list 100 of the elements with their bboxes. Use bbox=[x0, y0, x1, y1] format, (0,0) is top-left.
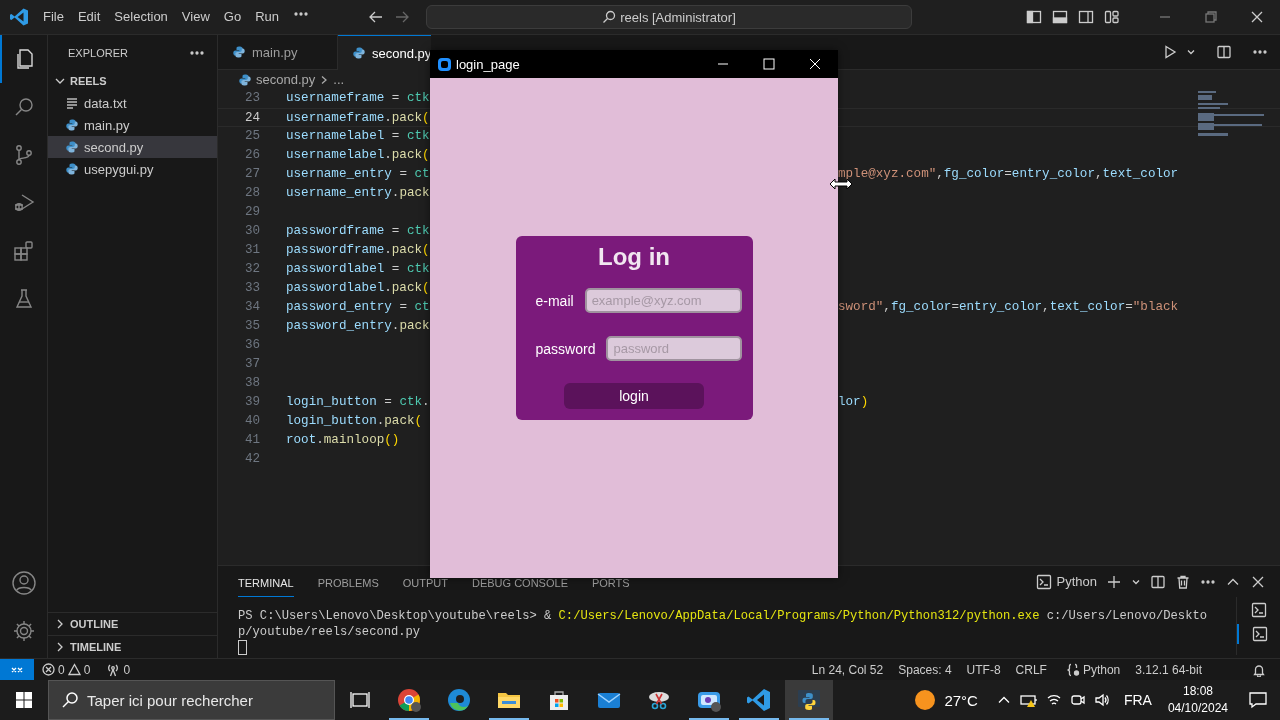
code-line: passwordlabel.pack( bbox=[286, 280, 430, 297]
code-line: mple@xyz.com",fg_color=entry_color,text_color bbox=[838, 166, 1179, 183]
notification-icon[interactable] bbox=[1248, 690, 1268, 710]
braces-icon bbox=[1065, 662, 1080, 677]
section-header[interactable]: TIMELINE bbox=[70, 641, 122, 653]
terminal-line: p/youtube/reels/second.py bbox=[238, 625, 421, 639]
encoding[interactable]: UTF-8 bbox=[966, 662, 1001, 677]
battery-icon[interactable] bbox=[1019, 692, 1038, 708]
taskbar-button[interactable] bbox=[785, 680, 833, 720]
cursor-position[interactable]: Ln 24, Col 52 bbox=[811, 662, 884, 677]
split-editor-icon[interactable] bbox=[1216, 44, 1232, 60]
settings-icon[interactable] bbox=[11, 619, 36, 643]
terminal-name[interactable]: Python bbox=[1056, 574, 1097, 589]
login-button[interactable]: login bbox=[564, 383, 704, 409]
layout-icon[interactable] bbox=[1104, 9, 1120, 25]
line-number: 32 bbox=[243, 261, 261, 278]
plus-icon[interactable] bbox=[1106, 573, 1122, 590]
python-file-icon bbox=[65, 162, 79, 176]
forward-arrow-icon[interactable] bbox=[394, 9, 410, 25]
close-icon[interactable] bbox=[809, 58, 821, 70]
menu-item[interactable]: Run bbox=[248, 6, 286, 28]
window-title: login_page bbox=[456, 56, 520, 72]
menu-item[interactable]: Selection bbox=[107, 6, 175, 28]
menu-item[interactable]: View bbox=[174, 6, 217, 28]
breadcrumb-item[interactable]: ... bbox=[333, 72, 345, 87]
sun-icon bbox=[914, 689, 937, 711]
back-arrow-icon[interactable] bbox=[368, 9, 384, 25]
line-number: 33 bbox=[243, 280, 261, 297]
explorer-file[interactable]: data.txt bbox=[48, 92, 217, 114]
start-icon[interactable] bbox=[15, 691, 33, 709]
panel-icon[interactable] bbox=[1052, 9, 1068, 25]
code-line: lor) bbox=[838, 394, 869, 411]
indentation[interactable]: Spaces: 4 bbox=[898, 662, 952, 677]
primary-sidebar-icon[interactable] bbox=[1026, 9, 1042, 25]
folder-name[interactable]: REELS bbox=[70, 75, 107, 87]
line-number: 27 bbox=[243, 166, 261, 183]
resize-cursor-icon bbox=[829, 178, 853, 190]
panel-tab[interactable]: TERMINAL bbox=[238, 578, 294, 597]
line-number: 25 bbox=[243, 128, 261, 145]
error-count[interactable]: 0 bbox=[58, 662, 65, 677]
code-line: sword",fg_color=entry_color,text_color="black bbox=[838, 299, 1179, 316]
terminal-icon[interactable] bbox=[1251, 626, 1268, 642]
warning-count[interactable]: 0 bbox=[83, 662, 91, 677]
interpreter-version[interactable]: 3.12.1 64-bit bbox=[1135, 662, 1202, 677]
line-number: 36 bbox=[243, 337, 261, 354]
editor-tab[interactable]: second.py bbox=[338, 35, 432, 70]
clock-time[interactable]: 18:08 bbox=[1182, 683, 1213, 700]
input-language[interactable]: FRA bbox=[1123, 692, 1152, 708]
run-icon[interactable] bbox=[1162, 44, 1178, 60]
split-terminal-icon[interactable] bbox=[1150, 573, 1166, 590]
browser-icon bbox=[395, 686, 423, 714]
terminal-icon[interactable] bbox=[1035, 573, 1052, 590]
code-line: usernameframe.pack( bbox=[286, 110, 430, 127]
command-center[interactable]: reels [Administrator] bbox=[426, 5, 912, 29]
line-number: 39 bbox=[243, 394, 261, 411]
code-editor-icon bbox=[745, 686, 773, 714]
bell-icon[interactable] bbox=[1252, 662, 1266, 677]
terminal-line: PS C:\Users\Lenovo\Desktop\youtube\reels> & C:/Users/Lenovo/AppData/Local/Programs/Python/Python312/python.exe c:/Users/Lenovo/Deskto bbox=[238, 609, 1207, 623]
code-line: root.mainloop() bbox=[286, 432, 400, 449]
explorer-file[interactable]: main.py bbox=[48, 114, 217, 136]
code-line: passwordframe.pack( bbox=[286, 242, 430, 259]
panel-tab[interactable]: DEBUG CONSOLE bbox=[472, 578, 568, 589]
python-file-icon bbox=[65, 118, 79, 132]
clock-date[interactable]: 04/10/2024 bbox=[1167, 700, 1228, 717]
explorer-file[interactable]: usepygui.py bbox=[48, 158, 217, 180]
port-count[interactable]: 0 bbox=[123, 662, 131, 677]
secondary-sidebar-icon[interactable] bbox=[1078, 9, 1094, 25]
line-ending[interactable]: CRLF bbox=[1015, 662, 1047, 677]
line-number: 23 bbox=[243, 90, 261, 107]
code-line: usernameframe = ctk bbox=[286, 90, 430, 107]
terminal-cursor bbox=[238, 640, 247, 656]
trash-icon[interactable] bbox=[1175, 573, 1191, 590]
line-number: 37 bbox=[243, 356, 261, 373]
terminal-icon[interactable] bbox=[1250, 602, 1267, 618]
camera-icon[interactable] bbox=[1069, 692, 1086, 708]
panel-tab[interactable]: OUTPUT bbox=[402, 578, 448, 589]
breadcrumb-item[interactable]: second.py bbox=[256, 72, 316, 87]
language-mode[interactable]: Python bbox=[1082, 662, 1121, 677]
account-icon[interactable] bbox=[10, 570, 37, 596]
warning-icon bbox=[67, 663, 81, 676]
speaker-icon[interactable] bbox=[1093, 692, 1110, 708]
search-box[interactable]: Taper ici pour rechercher bbox=[48, 680, 335, 720]
remote-button[interactable] bbox=[0, 658, 34, 681]
panel-tab[interactable]: PROBLEMS bbox=[317, 578, 379, 589]
panel-tab[interactable]: PORTS bbox=[591, 578, 630, 589]
line-number: 30 bbox=[243, 223, 261, 240]
search-field[interactable]: Taper ici pour rechercher bbox=[87, 682, 317, 718]
maximize-icon[interactable] bbox=[763, 58, 775, 70]
menu-item[interactable]: File bbox=[36, 6, 71, 28]
explorer-file[interactable]: second.py bbox=[48, 136, 217, 158]
task-view-icon[interactable] bbox=[350, 690, 370, 710]
menu-item[interactable]: Go bbox=[216, 6, 249, 28]
code-line: username_entry.pack bbox=[286, 185, 430, 202]
menu-item[interactable]: Edit bbox=[70, 6, 108, 28]
section-header[interactable]: OUTLINE bbox=[70, 618, 119, 630]
extensions-icon[interactable] bbox=[11, 239, 36, 263]
weather-temperature[interactable]: 27°C bbox=[944, 691, 978, 709]
chevron-icon[interactable] bbox=[1186, 47, 1196, 57]
sidebar-title: EXPLORER bbox=[68, 46, 128, 59]
python-file-icon bbox=[238, 72, 252, 87]
